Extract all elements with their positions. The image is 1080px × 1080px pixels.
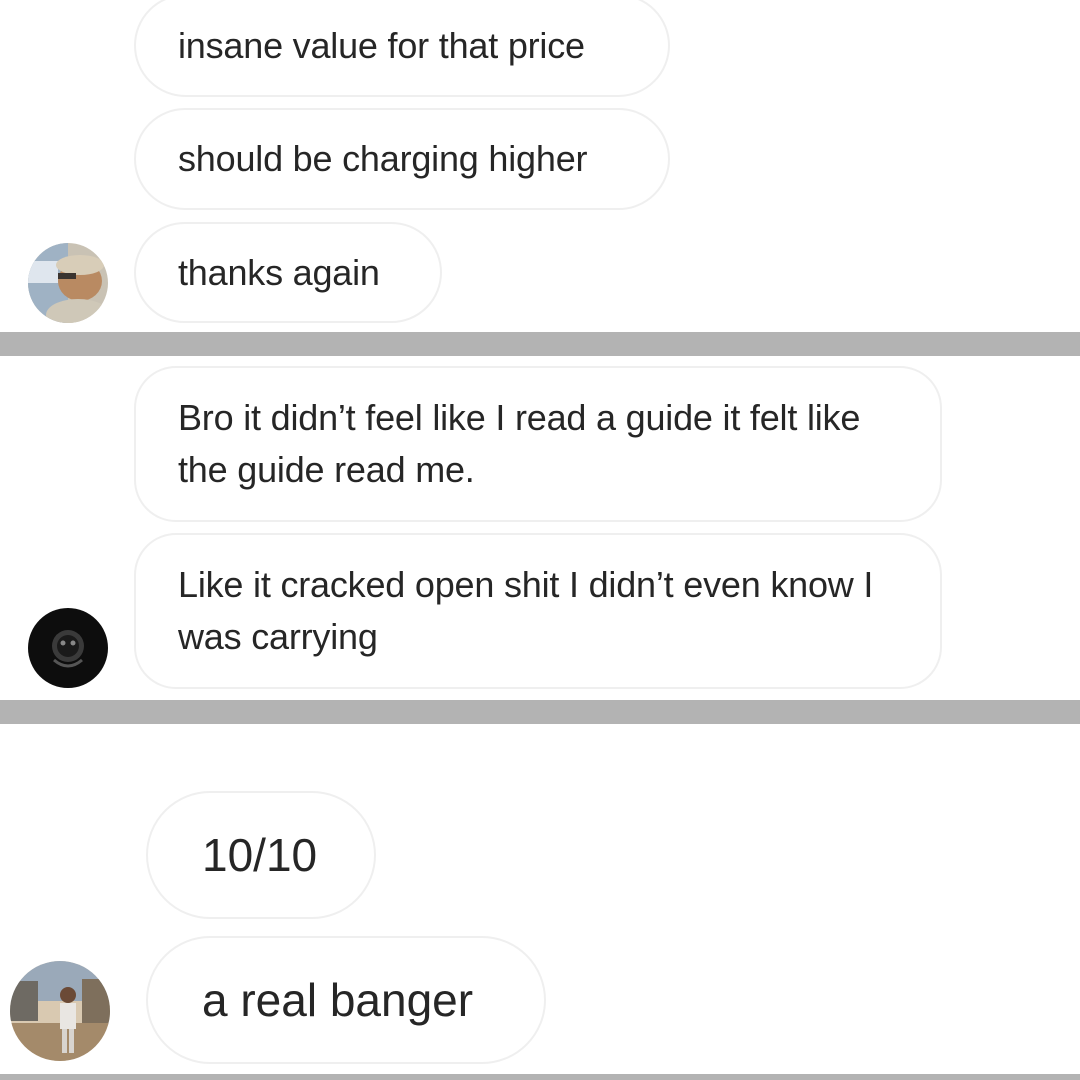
message-bubble[interactable]: thanks again [134, 222, 442, 323]
avatar-photo-1 [28, 243, 108, 323]
message-bubble[interactable]: insane value for that price [134, 0, 670, 97]
message-text: thanks again [178, 251, 380, 293]
message-bubble[interactable]: a real banger [146, 936, 546, 1064]
divider [0, 700, 1080, 724]
message-bubble[interactable]: 10/10 [146, 791, 376, 919]
message-text: Like it cracked open shit I didn’t even … [178, 564, 874, 657]
message-bubble[interactable]: should be charging higher [134, 108, 670, 210]
divider [0, 1074, 1080, 1080]
message-text: 10/10 [202, 829, 318, 881]
message-text: Bro it didn’t feel like I read a guide i… [178, 397, 861, 490]
divider [0, 332, 1080, 356]
avatar-photo-3 [10, 961, 110, 1061]
avatar[interactable] [10, 961, 110, 1061]
avatar[interactable] [28, 608, 108, 688]
message-bubble[interactable]: Like it cracked open shit I didn’t even … [134, 533, 942, 689]
message-text: should be charging higher [178, 138, 588, 179]
message-text: a real banger [202, 974, 474, 1026]
message-text: insane value for that price [178, 24, 585, 66]
avatar-photo-2 [28, 608, 108, 688]
message-bubble[interactable]: Bro it didn’t feel like I read a guide i… [134, 366, 942, 522]
avatar[interactable] [28, 243, 108, 323]
